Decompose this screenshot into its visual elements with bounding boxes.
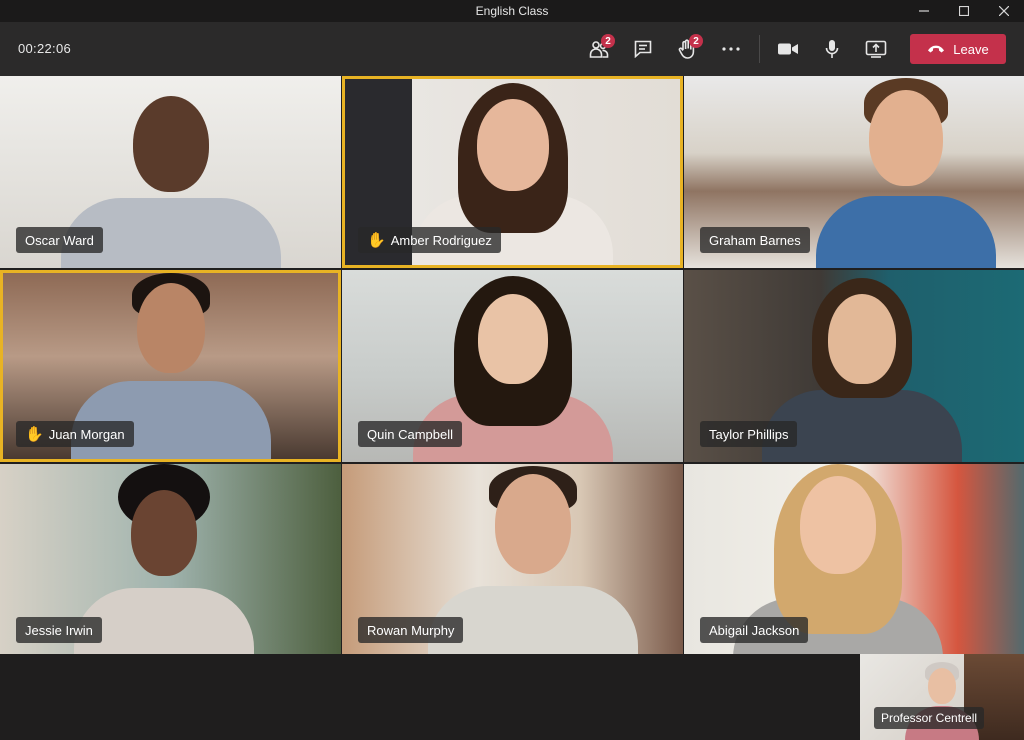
- participant-tile[interactable]: Taylor Phillips: [684, 270, 1024, 462]
- name-label: Abigail Jackson: [700, 617, 809, 643]
- microphone-icon: [825, 40, 839, 58]
- name-label: Quin Campbell: [358, 421, 462, 447]
- title-bar: English Class: [0, 0, 1024, 22]
- share-screen-icon: [865, 40, 887, 58]
- leave-button[interactable]: Leave: [910, 34, 1006, 64]
- hang-up-icon: [928, 45, 945, 53]
- name-label: Oscar Ward: [16, 227, 103, 253]
- participant-name: Oscar Ward: [25, 232, 94, 248]
- raised-hand-icon: ✋: [367, 231, 386, 249]
- maximize-button[interactable]: [944, 0, 984, 22]
- microphone-button[interactable]: [810, 34, 854, 64]
- window-title: English Class: [475, 4, 549, 18]
- name-label: Jessie Irwin: [16, 617, 102, 643]
- video-grid: Oscar Ward ✋ Amber Rodriguez Graham Barn…: [0, 76, 1024, 658]
- name-label: ✋ Juan Morgan: [16, 421, 134, 447]
- camera-button[interactable]: [766, 34, 810, 64]
- window-controls: [904, 0, 1024, 22]
- participant-name: Taylor Phillips: [709, 426, 789, 442]
- leave-label: Leave: [953, 41, 989, 57]
- participant-tile[interactable]: Quin Campbell: [342, 270, 683, 462]
- close-icon: [999, 6, 1009, 16]
- minimize-icon: [919, 10, 929, 12]
- raised-hand-icon: ✋: [25, 425, 44, 443]
- meeting-toolbar: 00:22:06 2 2 Leave: [0, 22, 1024, 76]
- name-label: ✋ Amber Rodriguez: [358, 227, 501, 253]
- chat-button[interactable]: [621, 34, 665, 64]
- maximize-icon: [959, 6, 969, 16]
- participants-badge: 2: [601, 34, 615, 48]
- minimize-button[interactable]: [904, 0, 944, 22]
- more-icon: [722, 47, 740, 51]
- participant-tile[interactable]: Oscar Ward: [0, 76, 341, 268]
- participant-name: Amber Rodriguez: [390, 232, 492, 248]
- name-label: Rowan Murphy: [358, 617, 464, 643]
- close-window-button[interactable]: [984, 0, 1024, 22]
- self-view-name: Professor Centrell: [881, 711, 978, 725]
- chat-icon: [634, 40, 652, 58]
- participant-name: Abigail Jackson: [709, 622, 800, 638]
- raise-hand-button[interactable]: 2: [665, 34, 709, 64]
- participant-tile-active[interactable]: ✋ Juan Morgan: [0, 270, 341, 462]
- toolbar-divider: [759, 35, 760, 63]
- participant-name: Juan Morgan: [48, 426, 125, 442]
- participant-tile[interactable]: Rowan Murphy: [342, 464, 683, 658]
- participant-name: Jessie Irwin: [25, 622, 93, 638]
- name-label: Graham Barnes: [700, 227, 810, 253]
- meeting-timer: 00:22:06: [18, 41, 72, 56]
- participant-name: Rowan Murphy: [367, 622, 455, 638]
- participant-tile-active[interactable]: ✋ Amber Rodriguez: [342, 76, 683, 268]
- participant-name: Graham Barnes: [709, 232, 801, 248]
- participant-video: [806, 78, 1006, 268]
- participants-button[interactable]: 2: [577, 34, 621, 64]
- more-options-button[interactable]: [709, 34, 753, 64]
- participant-name: Quin Campbell: [367, 426, 453, 442]
- name-label: Professor Centrell: [874, 707, 985, 729]
- share-screen-button[interactable]: [854, 34, 898, 64]
- participant-tile[interactable]: Jessie Irwin: [0, 464, 341, 658]
- camera-icon: [778, 43, 798, 55]
- raised-hands-badge: 2: [689, 34, 703, 48]
- participant-tile[interactable]: Graham Barnes: [684, 76, 1024, 268]
- name-label: Taylor Phillips: [700, 421, 798, 447]
- meeting-controls: 2 2 Leave: [577, 34, 1006, 64]
- participant-tile[interactable]: Abigail Jackson: [684, 464, 1024, 658]
- self-view[interactable]: Professor Centrell: [860, 654, 1024, 740]
